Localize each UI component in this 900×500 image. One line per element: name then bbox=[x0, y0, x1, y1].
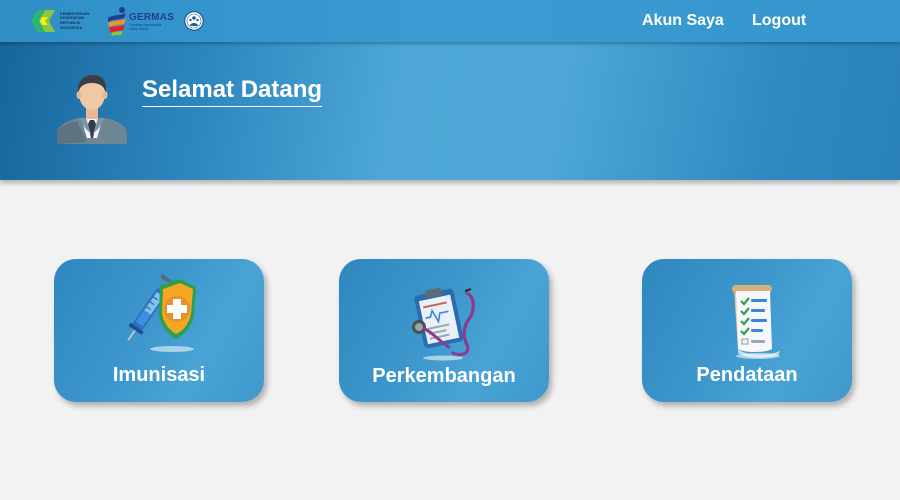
round-emblem-logo-icon bbox=[184, 11, 204, 31]
card-perkembangan-label: Perkembangan bbox=[372, 365, 516, 387]
checklist-scroll-icon bbox=[732, 285, 780, 359]
card-perkembangan[interactable]: Perkembangan bbox=[339, 259, 549, 402]
logo-group: KEMENTERIAN KESEHATAN REPUBLIK INDONESIA… bbox=[28, 6, 204, 36]
welcome-heading: Selamat Datang bbox=[142, 76, 323, 107]
kemkes-logo-text: KEMENTERIAN KESEHATAN REPUBLIK INDONESIA bbox=[60, 10, 90, 30]
card-imunisasi[interactable]: Imunisasi bbox=[54, 259, 264, 402]
user-avatar-icon bbox=[57, 75, 127, 144]
welcome-banner: Selamat Datang bbox=[0, 42, 900, 180]
germas-logo-icon bbox=[108, 7, 126, 36]
card-pendataan[interactable]: Pendataan bbox=[642, 259, 852, 402]
account-link[interactable]: Akun Saya bbox=[642, 12, 724, 30]
germas-logo: GERMAS Gerakan Masyarakat Hidup Sehat bbox=[106, 6, 174, 36]
clipboard-stethoscope-icon bbox=[412, 287, 475, 361]
card-pendataan-label: Pendataan bbox=[696, 364, 798, 386]
kemkes-logo: KEMENTERIAN KESEHATAN REPUBLIK INDONESIA bbox=[28, 7, 94, 35]
germas-logo-subtitle: Gerakan Masyarakat Hidup Sehat bbox=[129, 22, 162, 31]
card-imunisasi-label: Imunisasi bbox=[112, 364, 206, 386]
germas-logo-title: GERMAS bbox=[129, 11, 175, 23]
logout-link[interactable]: Logout bbox=[752, 12, 806, 30]
vaccine-shield-icon bbox=[127, 274, 196, 352]
top-navigation-bar: KEMENTERIAN KESEHATAN REPUBLIK INDONESIA… bbox=[0, 0, 900, 42]
kemkes-logo-icon bbox=[31, 10, 55, 32]
